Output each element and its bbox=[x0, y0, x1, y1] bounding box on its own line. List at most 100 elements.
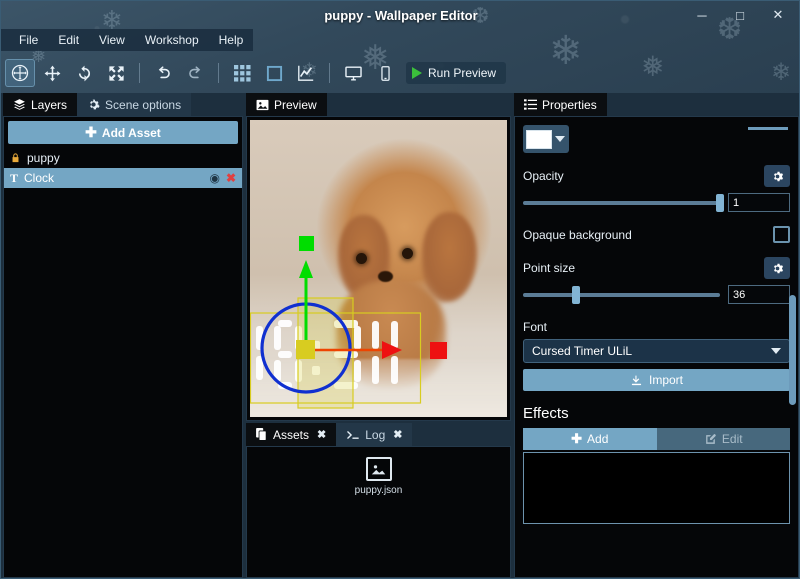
opacity-value-input[interactable]: 1 bbox=[728, 193, 790, 212]
bottom-tab-strip: Assets ✖ Log ✖ bbox=[246, 423, 413, 446]
run-preview-button[interactable]: Run Preview bbox=[406, 62, 507, 84]
tab-log[interactable]: Log ✖ bbox=[336, 423, 413, 446]
effects-edit-button[interactable]: Edit bbox=[656, 428, 790, 450]
layers-icon bbox=[14, 99, 25, 110]
properties-scroll-thumb[interactable] bbox=[789, 295, 796, 405]
close-log-tab-icon[interactable]: ✖ bbox=[393, 428, 402, 441]
font-select[interactable]: Cursed Timer ULiL bbox=[523, 339, 790, 363]
y-axis-arrowhead bbox=[299, 260, 313, 278]
terminal-icon bbox=[347, 430, 360, 439]
opaque-background-row: Opaque background bbox=[523, 226, 790, 243]
redo-icon[interactable] bbox=[180, 59, 210, 87]
tab-preview-label: Preview bbox=[274, 97, 317, 112]
menu-view[interactable]: View bbox=[89, 30, 135, 50]
opacity-slider-thumb[interactable] bbox=[716, 193, 724, 212]
import-label: Import bbox=[648, 373, 683, 387]
tab-layers[interactable]: Layers bbox=[3, 93, 78, 116]
bounds-toggle-icon[interactable] bbox=[259, 59, 289, 87]
effects-list[interactable] bbox=[523, 452, 790, 524]
undo-icon[interactable] bbox=[148, 59, 178, 87]
opacity-slider[interactable] bbox=[523, 193, 724, 212]
opaque-background-checkbox[interactable] bbox=[773, 226, 790, 243]
asset-item[interactable]: puppy.json bbox=[344, 457, 414, 496]
font-label: Font bbox=[523, 320, 548, 334]
effects-add-label: Add bbox=[587, 432, 609, 446]
tab-log-label: Log bbox=[365, 427, 386, 442]
preview-panel[interactable] bbox=[246, 116, 511, 421]
effects-buttons: ✚ Add Edit bbox=[523, 428, 790, 450]
tab-assets[interactable]: Assets ✖ bbox=[246, 423, 337, 446]
maximize-button[interactable]: □ bbox=[721, 2, 759, 28]
properties-scrollbar[interactable] bbox=[789, 295, 796, 445]
tab-scene-options[interactable]: Scene options bbox=[77, 93, 192, 116]
menu-workshop[interactable]: Workshop bbox=[135, 30, 209, 50]
window-title: puppy - Wallpaper Editor bbox=[324, 7, 478, 23]
effects-edit-label: Edit bbox=[721, 432, 743, 446]
opacity-row: Opacity bbox=[523, 165, 790, 187]
mobile-preview-icon[interactable] bbox=[370, 59, 400, 87]
image-icon bbox=[256, 99, 269, 110]
opacity-settings-gear-icon[interactable] bbox=[764, 165, 790, 187]
point-size-slider[interactable] bbox=[523, 285, 720, 304]
y-axis-end-handle bbox=[299, 236, 314, 251]
color-picker-button[interactable] bbox=[523, 125, 569, 153]
point-size-settings-gear-icon[interactable] bbox=[764, 257, 790, 279]
layer-name-clock: Clock bbox=[24, 171, 55, 185]
menu-bar: File Edit View Workshop Help bbox=[1, 29, 254, 51]
layer-row-puppy[interactable]: puppy bbox=[4, 148, 242, 168]
grid-toggle-icon[interactable] bbox=[227, 59, 257, 87]
menu-file[interactable]: File bbox=[9, 30, 48, 50]
point-size-slider-track bbox=[523, 292, 720, 297]
point-size-slider-thumb[interactable] bbox=[572, 285, 581, 304]
close-assets-tab-icon[interactable]: ✖ bbox=[317, 428, 326, 441]
lock-icon bbox=[12, 153, 19, 163]
effects-heading: Effects bbox=[523, 405, 569, 422]
add-asset-label: Add Asset bbox=[101, 125, 161, 140]
toolbar-divider bbox=[218, 63, 219, 83]
menu-edit[interactable]: Edit bbox=[48, 30, 89, 50]
effects-add-button[interactable]: ✚ Add bbox=[523, 428, 657, 450]
layer-row-clock[interactable]: T Clock ◉ ✖ bbox=[4, 168, 242, 188]
font-select-value: Cursed Timer ULiL bbox=[532, 344, 633, 358]
transform-gizmo[interactable] bbox=[250, 120, 507, 417]
scale-tool-icon[interactable] bbox=[101, 59, 131, 87]
image-file-icon bbox=[365, 457, 392, 481]
play-icon bbox=[412, 67, 422, 79]
tab-properties-label: Properties bbox=[542, 97, 597, 112]
tab-properties[interactable]: Properties bbox=[514, 93, 607, 116]
opacity-slider-track bbox=[523, 200, 720, 205]
left-panel-tabs: Layers Scene options bbox=[3, 93, 192, 116]
list-icon bbox=[524, 99, 537, 110]
rotate-tool-icon[interactable] bbox=[69, 59, 99, 87]
edit-icon bbox=[706, 433, 716, 444]
visibility-eye-icon[interactable]: ◉ bbox=[209, 171, 219, 185]
point-size-value-input[interactable]: 36 bbox=[728, 285, 790, 304]
opaque-background-label: Opaque background bbox=[523, 227, 632, 242]
import-font-button[interactable]: Import bbox=[523, 369, 790, 391]
remove-layer-icon[interactable]: ✖ bbox=[226, 171, 236, 185]
window-controls: ─ □ ✕ bbox=[683, 1, 797, 29]
close-button[interactable]: ✕ bbox=[759, 2, 797, 28]
opacity-slider-row: 1 bbox=[523, 193, 790, 212]
title-bar: puppy - Wallpaper Editor ─ □ ✕ bbox=[1, 1, 799, 29]
wallpaper-preview-image[interactable] bbox=[250, 120, 507, 417]
point-size-slider-row: 36 bbox=[523, 285, 790, 304]
gizmo-select-tool-icon[interactable] bbox=[5, 59, 35, 87]
toolbar-divider bbox=[139, 63, 140, 83]
desktop-preview-icon[interactable] bbox=[338, 59, 368, 87]
import-icon bbox=[631, 375, 642, 385]
graph-editor-icon[interactable] bbox=[291, 59, 321, 87]
plus-icon: ✚ bbox=[571, 431, 583, 446]
tab-layers-label: Layers bbox=[31, 97, 68, 112]
minimize-button[interactable]: ─ bbox=[683, 2, 721, 28]
menu-help[interactable]: Help bbox=[209, 30, 254, 50]
tab-preview[interactable]: Preview bbox=[246, 93, 327, 116]
assets-panel: puppy.json bbox=[246, 446, 511, 578]
chevron-down-icon[interactable] bbox=[555, 136, 565, 142]
point-size-label: Point size bbox=[523, 261, 576, 275]
toolbar-divider bbox=[329, 63, 330, 83]
add-asset-button[interactable]: ✚ Add Asset bbox=[8, 121, 238, 144]
move-tool-icon[interactable] bbox=[37, 59, 67, 87]
files-icon bbox=[256, 428, 267, 441]
main-toolbar: Run Preview bbox=[1, 55, 799, 91]
